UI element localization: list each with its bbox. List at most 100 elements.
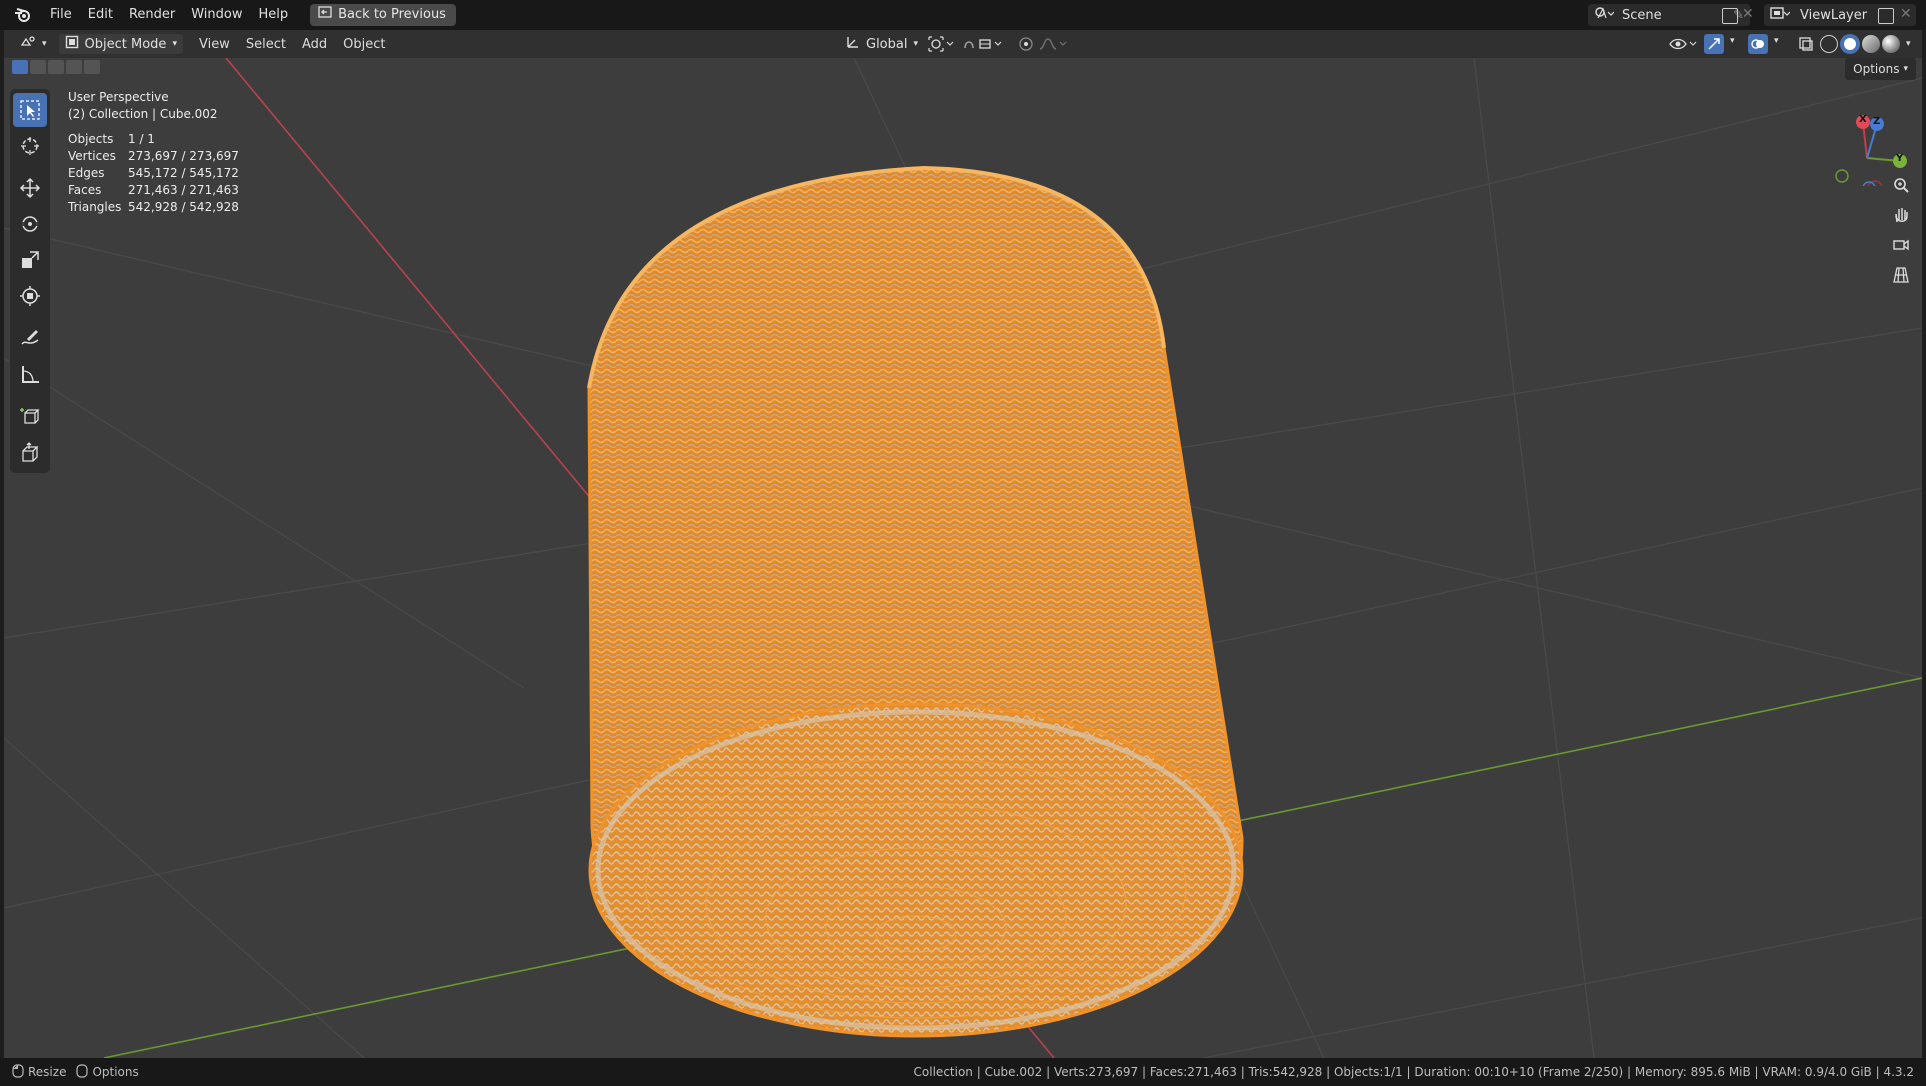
material-shading-icon[interactable] — [1862, 35, 1880, 53]
viewport-info: User Perspective (2) Collection | Cube.0… — [68, 89, 239, 216]
select-box-icon[interactable] — [13, 93, 47, 127]
back-to-previous-label: Back to Previous — [338, 7, 446, 22]
rendered-shading-icon[interactable] — [1882, 35, 1900, 53]
transform-orientation-dropdown[interactable]: Global ▾ — [840, 34, 924, 54]
status-bar: Resize Options Collection | Cube.002 | V… — [0, 1058, 1926, 1086]
stat-value: 1 / 1 — [128, 132, 155, 146]
stat-row: Objects 1 / 1 — [68, 131, 239, 148]
delete-scene-icon[interactable]: ✕ — [1742, 6, 1754, 22]
mouse-left-icon — [12, 1063, 24, 1081]
stat-label: Edges — [68, 166, 105, 180]
selection-modes — [12, 60, 100, 74]
chevron-down-icon: ▾ — [913, 39, 919, 49]
back-to-previous-button[interactable]: Back to Previous — [310, 4, 456, 26]
viewport-scene — [4, 58, 1922, 1058]
stat-value: 271,463 / 271,463 — [128, 183, 239, 197]
options-dropdown[interactable]: Options ▾ — [1845, 58, 1916, 80]
xray-toggle-icon[interactable] — [1798, 36, 1814, 56]
annotate-icon[interactable] — [13, 321, 47, 355]
scene-name[interactable]: Scene — [1622, 8, 1662, 23]
pivot-point-icon[interactable] — [928, 36, 954, 56]
menu-edit[interactable]: Edit — [80, 4, 121, 26]
transform-icon[interactable] — [13, 279, 47, 313]
gizmo-y-label: Y — [1896, 153, 1904, 164]
shading-modes: ▾ — [1820, 34, 1911, 54]
proportional-editing-icon[interactable] — [1018, 36, 1068, 56]
stat-label: Faces — [68, 183, 102, 197]
tool-shelf — [10, 89, 50, 473]
editor-type-dropdown[interactable]: ▾ — [14, 34, 53, 54]
status-options-label: Options — [92, 1065, 139, 1079]
menu-add[interactable]: Add — [294, 37, 335, 52]
menu-help[interactable]: Help — [251, 4, 297, 26]
options-label: Options — [1853, 62, 1900, 76]
extrude-icon[interactable] — [13, 435, 47, 469]
chevron-down-icon[interactable]: ▾ — [1774, 36, 1779, 46]
move-icon[interactable] — [13, 171, 47, 205]
object-mode-label: Object Mode — [84, 36, 167, 52]
top-bar: File Edit Render Window Help Back to Pre… — [0, 0, 1926, 30]
camera-view-icon[interactable] — [1888, 232, 1914, 258]
add-cube-icon[interactable] — [13, 399, 47, 433]
zoom-icon[interactable] — [1888, 172, 1914, 198]
menu-select[interactable]: Select — [238, 37, 294, 52]
viewport-header: ▾ Object Mode ▾ View Select Add Object G… — [4, 30, 1922, 58]
visibility-icon[interactable] — [1668, 36, 1698, 56]
gizmo-x-label: X — [1859, 114, 1867, 125]
menu-object[interactable]: Object — [335, 37, 393, 52]
select-extend-mode-icon[interactable] — [30, 60, 46, 74]
object-mode-dropdown[interactable]: Object Mode ▾ — [58, 34, 183, 54]
menu-view[interactable]: View — [191, 37, 238, 52]
chevron-down-icon[interactable]: ▾ — [1906, 39, 1911, 49]
chevron-down-icon: ▾ — [42, 39, 47, 49]
stat-value: 273,697 / 273,697 — [128, 149, 239, 163]
orientation-icon — [846, 35, 860, 53]
rotate-icon[interactable] — [13, 207, 47, 241]
measure-icon[interactable] — [13, 357, 47, 391]
3d-viewport[interactable]: Options ▾ X Y Z — [4, 58, 1922, 1058]
stat-row: Vertices 273,697 / 273,697 — [68, 148, 239, 165]
scale-icon[interactable] — [13, 243, 47, 277]
scene-statistics: Collection | Cube.002 | Verts:273,697 | … — [913, 1065, 1914, 1079]
select-invert-mode-icon[interactable] — [66, 60, 82, 74]
stat-label: Triangles — [68, 200, 122, 214]
select-intersect-mode-icon[interactable] — [84, 60, 100, 74]
cursor-icon[interactable] — [13, 129, 47, 163]
stat-label: Vertices — [68, 149, 116, 163]
overlays-toggle-icon[interactable] — [1748, 34, 1768, 54]
select-new-mode-icon[interactable] — [12, 60, 28, 74]
editor-type-icon — [20, 35, 36, 53]
delete-view-layer-icon[interactable]: ✕ — [1900, 6, 1912, 22]
solid-shading-icon[interactable] — [1840, 34, 1860, 54]
object-mode-icon — [65, 35, 79, 53]
chevron-down-icon: ▾ — [1903, 64, 1908, 74]
perspective-label: User Perspective — [68, 90, 169, 104]
menu-window[interactable]: Window — [183, 4, 250, 26]
menu-file[interactable]: File — [42, 4, 80, 26]
snap-icon[interactable] — [962, 36, 1012, 56]
wireframe-shading-icon[interactable] — [1820, 35, 1838, 53]
stat-label: Objects — [68, 132, 114, 146]
new-view-layer-icon[interactable] — [1878, 8, 1894, 24]
stat-value: 545,172 / 545,172 — [128, 166, 239, 180]
back-icon — [318, 4, 332, 26]
view-layer-name[interactable]: ViewLayer — [1800, 8, 1867, 23]
blender-logo-icon[interactable] — [10, 4, 36, 26]
new-scene-icon[interactable] — [1722, 8, 1738, 24]
mouse-right-icon — [76, 1063, 89, 1081]
select-subtract-mode-icon[interactable] — [48, 60, 64, 74]
cylinder-bottom-face — [588, 702, 1244, 1038]
menu-render[interactable]: Render — [121, 4, 183, 26]
projection-toggle-icon[interactable] — [1888, 262, 1914, 288]
pan-hand-icon[interactable] — [1888, 202, 1914, 228]
stat-row: Edges 545,172 / 545,172 — [68, 165, 239, 182]
orientation-label: Global — [866, 36, 908, 52]
scene-icon — [1594, 6, 1615, 24]
stat-value: 542,928 / 542,928 — [128, 200, 239, 214]
gizmo-toggle-icon[interactable] — [1704, 34, 1724, 54]
stat-row: Triangles 542,928 / 542,928 — [68, 199, 239, 216]
chevron-down-icon[interactable]: ▾ — [1730, 36, 1735, 46]
collection-label: (2) Collection | Cube.002 — [68, 107, 218, 121]
gizmo-z-label: Z — [1873, 116, 1881, 127]
status-resize-label: Resize — [28, 1065, 67, 1079]
